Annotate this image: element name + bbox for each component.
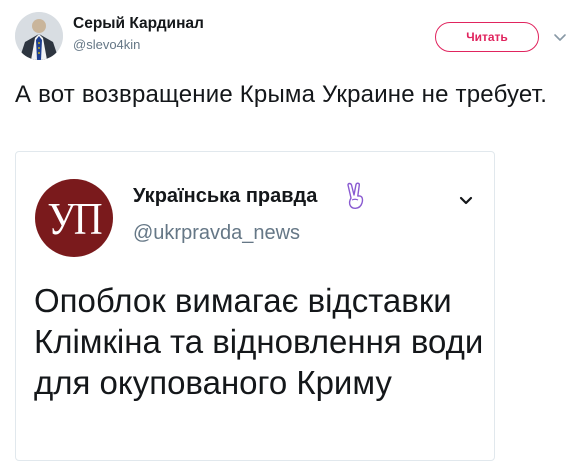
author-handle[interactable]: @slevo4kin <box>73 37 140 52</box>
tweet-menu-button[interactable] <box>551 28 569 46</box>
chevron-down-icon <box>554 34 566 41</box>
victory-hand-icon <box>347 182 364 210</box>
quoted-handle[interactable]: @ukrpravda_news <box>133 222 300 245</box>
logo-text: УП <box>47 192 102 244</box>
quoted-menu-button[interactable] <box>456 190 476 210</box>
tweet-text: А вот возвращение Крыма Украине не требу… <box>15 81 548 108</box>
author-display-name[interactable]: Серый Кардинал <box>73 15 204 33</box>
author-avatar[interactable] <box>15 12 63 60</box>
chevron-down-icon <box>459 196 473 205</box>
tweet: Серый Кардинал @slevo4kin Читать А вот в… <box>0 0 586 461</box>
avatar-image <box>15 12 63 60</box>
quoted-tweet-card[interactable]: УП Українська правда @ukrpravda_news Опо… <box>15 151 495 461</box>
quoted-display-name[interactable]: Українська правда <box>133 185 317 208</box>
quoted-tweet-text: Опоблок вимагає відставки Клімкіна та ві… <box>34 282 484 401</box>
follow-button[interactable]: Читать <box>435 22 539 52</box>
quoted-author-logo[interactable]: УП <box>35 179 113 257</box>
